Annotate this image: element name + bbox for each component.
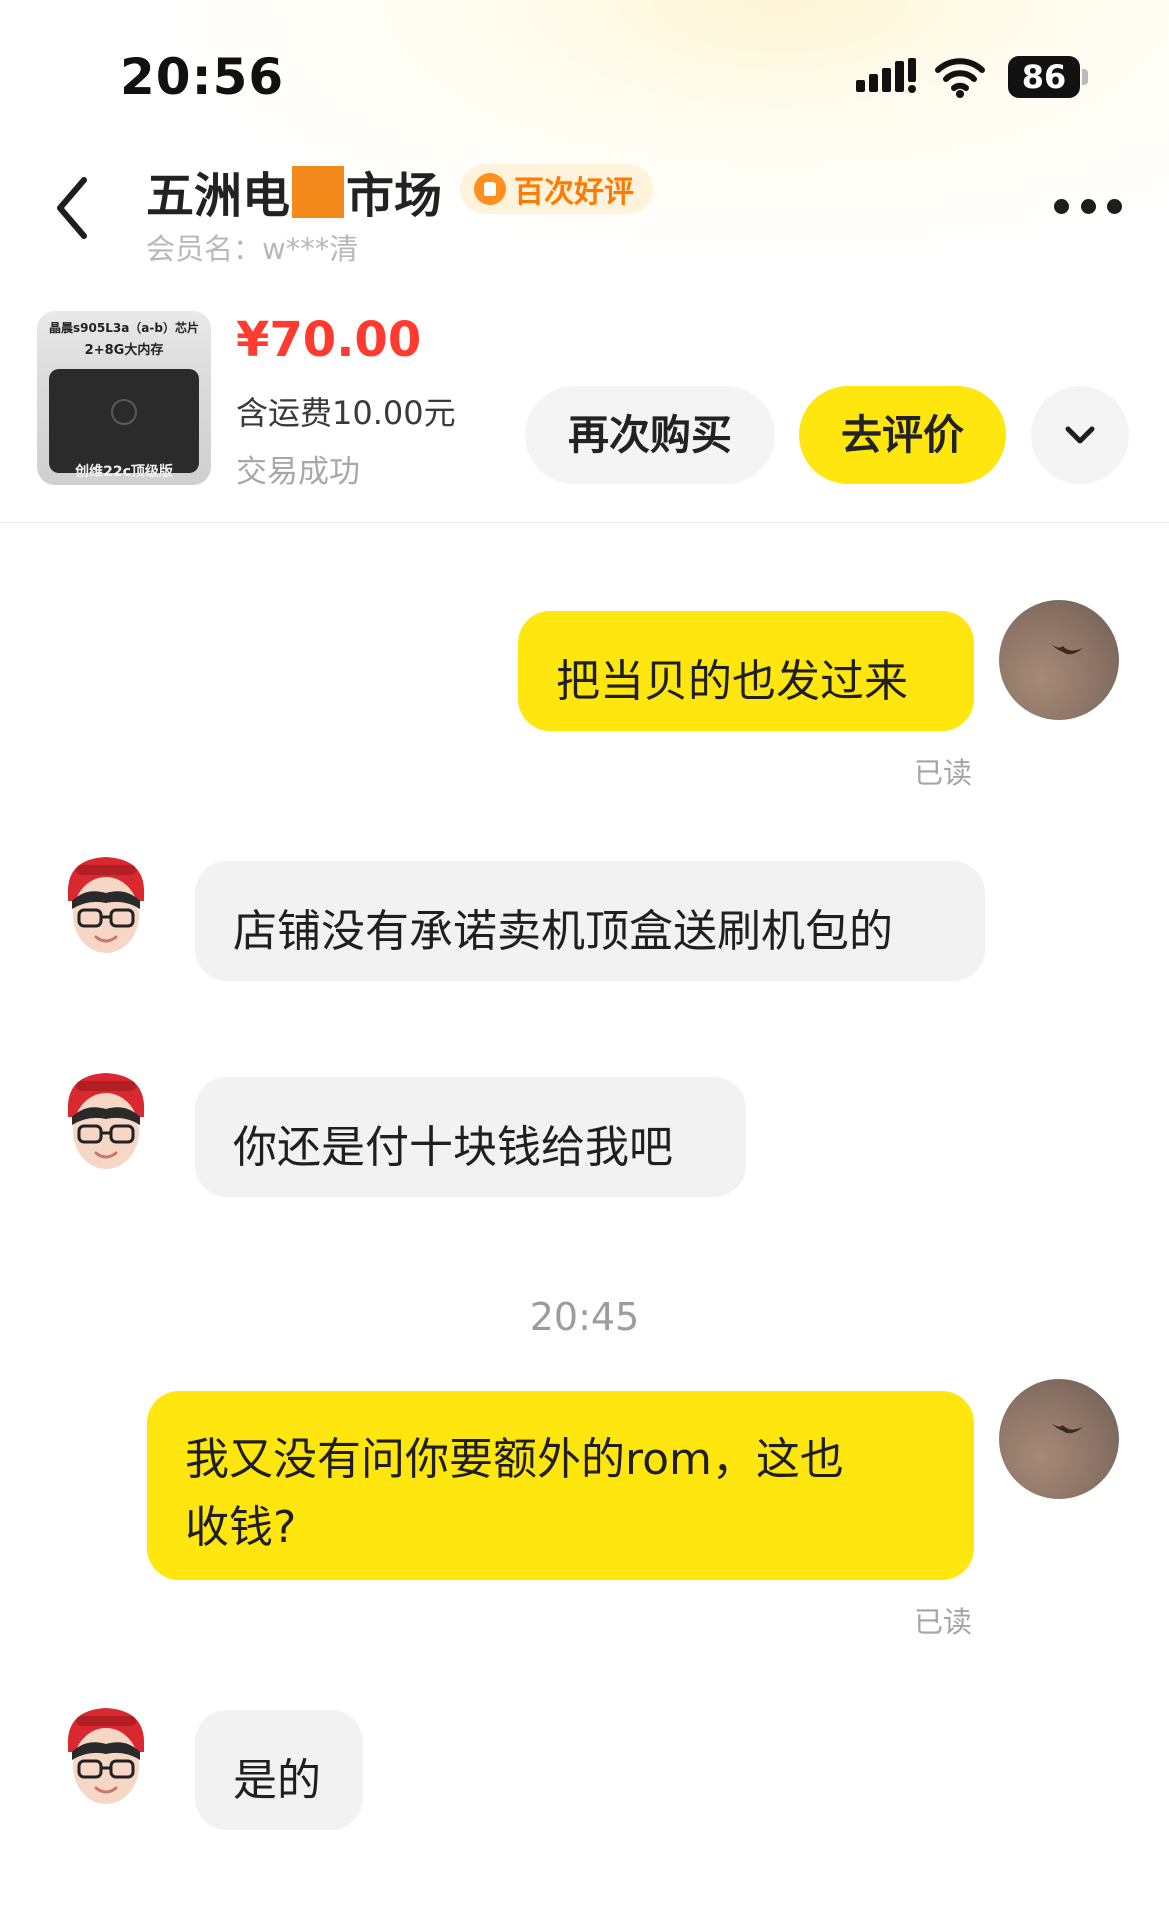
battery-tip <box>1082 69 1088 85</box>
bird-photo-icon <box>1051 644 1083 655</box>
chevron-left-icon <box>57 177 87 239</box>
more-dots-icon <box>1107 198 1122 214</box>
thumbs-up-icon <box>474 173 506 205</box>
signal-icon <box>856 58 916 93</box>
trade-status: 交易成功 <box>236 454 360 490</box>
status-bar: 20:56 86 <box>0 0 1169 150</box>
set-top-box-image <box>49 369 199 473</box>
status-time: 20:56 <box>120 48 285 106</box>
wifi-icon <box>935 58 985 98</box>
cartoon-avatar-icon <box>67 1073 145 1185</box>
message-bubble-sent[interactable]: 把当贝的也发过来 <box>518 611 974 731</box>
back-button[interactable] <box>44 168 104 248</box>
message-bubble-received[interactable]: 你还是付十块钱给我吧 <box>195 1077 746 1197</box>
thumbnail-memory-text: 2+8G大内存 <box>84 343 164 358</box>
cartoon-avatar-icon <box>67 857 145 969</box>
brand-logo-icon <box>111 399 137 425</box>
thumbnail-spec-text: 晶晨s905L3a（a-b）芯片 <box>49 321 199 335</box>
my-avatar[interactable] <box>999 600 1119 720</box>
review-button[interactable]: 去评价 <box>799 386 1006 484</box>
thumbnail-caption: 创维22c顶级版 <box>75 464 173 480</box>
shop-name-part1: 五洲电 <box>146 168 291 224</box>
buy-again-button[interactable]: 再次购买 <box>525 386 775 484</box>
product-price: ¥70.00 <box>236 312 422 368</box>
message-text: 你还是付十块钱给我吧 <box>233 1122 673 1173</box>
message-bubble-received[interactable]: 是的 <box>195 1710 363 1830</box>
seller-avatar[interactable] <box>46 1059 166 1187</box>
message-text: 店铺没有承诺卖机顶盒送刷机包的 <box>233 906 893 957</box>
shop-name-part2: 市场 <box>346 168 443 224</box>
message-text-line-2: 收钱? <box>185 1502 297 1553</box>
redaction-mask <box>292 166 345 218</box>
chat-screen: 20:56 86 五洲电 市场 百次好评 会员名：w***清 晶晨s905L3a… <box>0 0 1169 1912</box>
member-name: 会员名：w***清 <box>146 232 359 266</box>
rating-badge-label: 百次好评 <box>514 175 634 210</box>
message-text-line-1: 我又没有问你要额外的rom，这也 <box>185 1434 844 1485</box>
time-divider: 20:45 <box>529 1295 640 1339</box>
battery-indicator: 86 <box>1008 56 1088 98</box>
seller-avatar[interactable] <box>46 1694 166 1822</box>
battery-level: 86 <box>1008 56 1080 98</box>
seller-avatar[interactable] <box>46 843 166 971</box>
message-text: 是的 <box>233 1755 321 1806</box>
shipping-info: 含运费10.00元 <box>236 394 456 432</box>
read-status: 已读 <box>914 756 973 790</box>
expand-button[interactable] <box>1031 386 1129 484</box>
header-divider <box>0 522 1169 523</box>
more-dots-icon <box>1080 198 1096 214</box>
product-thumbnail[interactable]: 晶晨s905L3a（a-b）芯片 2+8G大内存 创维22c顶级版 <box>37 311 211 485</box>
more-dots-icon <box>1054 198 1069 214</box>
chevron-down-icon <box>1065 426 1095 444</box>
read-status: 已读 <box>914 1605 973 1639</box>
rating-badge: 百次好评 <box>460 164 653 214</box>
message-bubble-sent[interactable]: 我又没有问你要额外的rom，这也 收钱? <box>147 1391 974 1580</box>
bird-photo-icon <box>1051 1423 1083 1434</box>
shop-name[interactable]: 五洲电 市场 <box>146 156 442 226</box>
cartoon-avatar-icon <box>67 1708 145 1820</box>
my-avatar[interactable] <box>999 1379 1119 1499</box>
message-bubble-received[interactable]: 店铺没有承诺卖机顶盒送刷机包的 <box>195 861 985 981</box>
message-text: 把当贝的也发过来 <box>556 656 908 707</box>
more-options-button[interactable] <box>1054 186 1122 226</box>
